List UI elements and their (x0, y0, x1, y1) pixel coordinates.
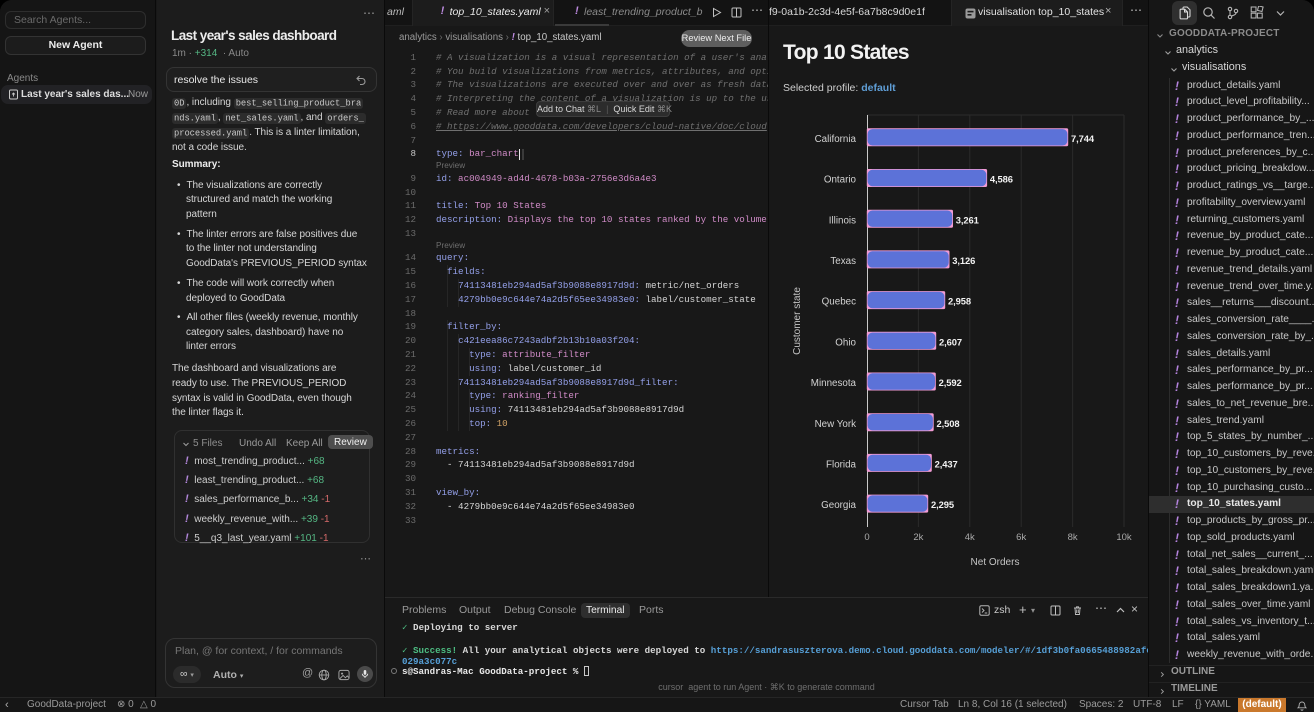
svg-text:0: 0 (864, 532, 869, 543)
svg-text:Net Orders: Net Orders (971, 557, 1020, 568)
svg-text:3,261: 3,261 (956, 214, 979, 225)
svg-text:Georgia: Georgia (821, 500, 856, 511)
svg-text:New York: New York (815, 419, 856, 430)
svg-text:Texas: Texas (830, 256, 856, 267)
svg-text:California: California (815, 134, 857, 145)
svg-text:8k: 8k (1068, 532, 1078, 543)
svg-text:4k: 4k (965, 532, 975, 543)
svg-text:6k: 6k (1016, 532, 1026, 543)
svg-text:Customer state: Customer state (792, 287, 803, 355)
svg-text:7,744: 7,744 (1071, 133, 1095, 144)
svg-text:2,607: 2,607 (939, 336, 962, 347)
svg-text:Ontario: Ontario (824, 175, 857, 186)
svg-text:2,592: 2,592 (939, 377, 962, 388)
svg-text:2k: 2k (913, 532, 923, 543)
svg-text:4,586: 4,586 (990, 174, 1013, 185)
svg-text:10k: 10k (1116, 532, 1132, 543)
svg-text:Illinois: Illinois (829, 215, 856, 226)
svg-text:2,437: 2,437 (935, 459, 958, 470)
svg-text:2,508: 2,508 (937, 418, 960, 429)
svg-text:3,126: 3,126 (952, 255, 975, 266)
svg-text:Quebec: Quebec (822, 297, 856, 308)
svg-text:2,295: 2,295 (931, 499, 954, 510)
svg-text:Ohio: Ohio (835, 337, 856, 348)
svg-text:Florida: Florida (826, 460, 856, 471)
svg-text:2,958: 2,958 (948, 296, 971, 307)
svg-text:Minnesota: Minnesota (811, 378, 857, 389)
